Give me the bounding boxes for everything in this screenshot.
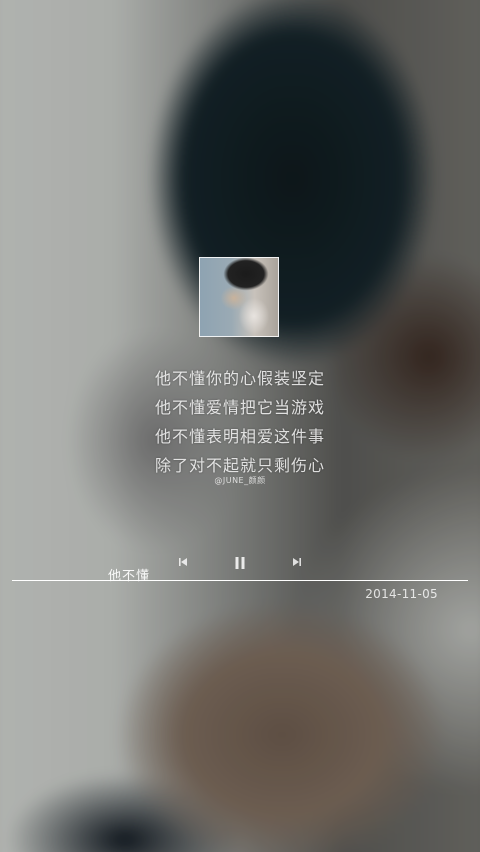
lyrics-screen: 他不懂你的心假装坚定 他不懂爱情把它当游戏 他不懂表明相爱这件事 除了对不起就只… — [0, 0, 480, 852]
progress-bar-fill — [12, 580, 468, 581]
song-title: 他不懂 — [108, 569, 151, 584]
pause-icon[interactable] — [234, 556, 246, 570]
lyric-line: 他不懂爱情把它当游戏 — [154, 398, 325, 417]
lyrics-signature: @JUNE_颜颜 — [214, 476, 266, 485]
release-date: 2014-11-05 — [365, 587, 438, 601]
lyric-line: 他不懂表明相爱这件事 — [154, 427, 325, 446]
progress-bar[interactable] — [12, 580, 468, 581]
skip-next-icon[interactable] — [292, 557, 302, 567]
skip-previous-icon[interactable] — [178, 557, 188, 567]
lyric-line: 他不懂你的心假装坚定 — [154, 369, 325, 388]
album-art[interactable] — [199, 257, 279, 337]
lyrics-panel: 他不懂你的心假装坚定 他不懂爱情把它当游戏 他不懂表明相爱这件事 除了对不起就只… — [0, 364, 480, 486]
